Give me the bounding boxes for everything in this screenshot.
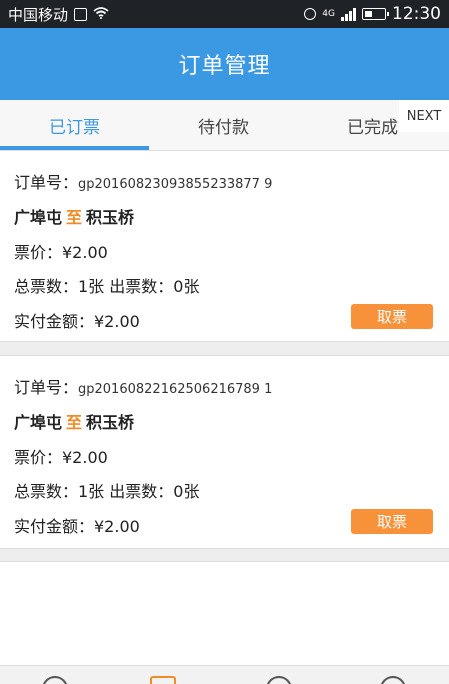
card-divider	[0, 341, 449, 356]
page-title: 订单管理	[178, 54, 271, 79]
route-to: 积玉桥	[86, 208, 135, 227]
order-number-row: 订单号：gp20160822162506216789 1	[14, 374, 272, 398]
paid-amount: 实付金额：¥2.00	[14, 312, 140, 331]
route-to-word: 至	[66, 413, 83, 432]
order-card: 订单号：gp20160822162506216789 1 广埠屯至积玉桥 票价：…	[0, 356, 449, 548]
route-row: 广埠屯至积玉桥	[14, 204, 134, 228]
tab-booked[interactable]: 已订票	[0, 100, 149, 150]
ticket-price: 票价：¥2.00	[14, 448, 108, 467]
order-number-label: 订单号：	[14, 173, 79, 192]
wifi-icon	[93, 5, 109, 23]
order-card: 订单号：gp20160823093855233877 9 广埠屯至积玉桥 票价：…	[0, 151, 449, 341]
order-number-label: 订单号：	[14, 378, 79, 397]
app-bar: 订单管理	[0, 28, 449, 100]
order-number-row: 订单号：gp20160823093855233877 9	[14, 169, 272, 193]
status-left: 中国移动	[8, 4, 109, 25]
route-row: 广埠屯至积玉桥	[14, 409, 134, 433]
route-to-word: 至	[66, 208, 83, 227]
ticket-counts: 总票数：1张 出票数：0张	[14, 277, 200, 296]
route-to: 积玉桥	[86, 413, 135, 432]
sim-icon	[74, 7, 88, 21]
order-number: gp20160823093855233877 9	[78, 177, 273, 192]
collect-ticket-button[interactable]: 取票	[351, 509, 433, 534]
carrier-name: 中国移动	[8, 5, 69, 24]
status-bar: 中国移动 4G 12:30	[0, 0, 449, 28]
bottom-navigation	[0, 665, 449, 684]
network-type: 4G	[322, 8, 335, 19]
route-from: 广埠屯	[14, 208, 63, 227]
card-divider	[0, 548, 449, 562]
route-from: 广埠屯	[14, 413, 63, 432]
alarm-icon	[304, 8, 317, 20]
next-button[interactable]: NEXT	[399, 100, 449, 132]
order-number: gp20160822162506216789 1	[78, 382, 273, 397]
tab-indicator	[0, 146, 149, 150]
signal-icon	[341, 7, 356, 21]
ticket-counts: 总票数：1张 出票数：0张	[14, 482, 200, 501]
battery-icon	[362, 8, 389, 20]
ticket-price: 票价：¥2.00	[14, 243, 108, 262]
clock: 12:30	[392, 4, 441, 24]
tab-pending-payment[interactable]: 待付款	[149, 100, 298, 150]
paid-amount: 实付金额：¥2.00	[14, 517, 140, 536]
tab-bar: 已订票 待付款 已完成	[0, 100, 449, 151]
collect-ticket-button[interactable]: 取票	[351, 304, 433, 329]
status-right: 4G 12:30	[304, 4, 441, 24]
